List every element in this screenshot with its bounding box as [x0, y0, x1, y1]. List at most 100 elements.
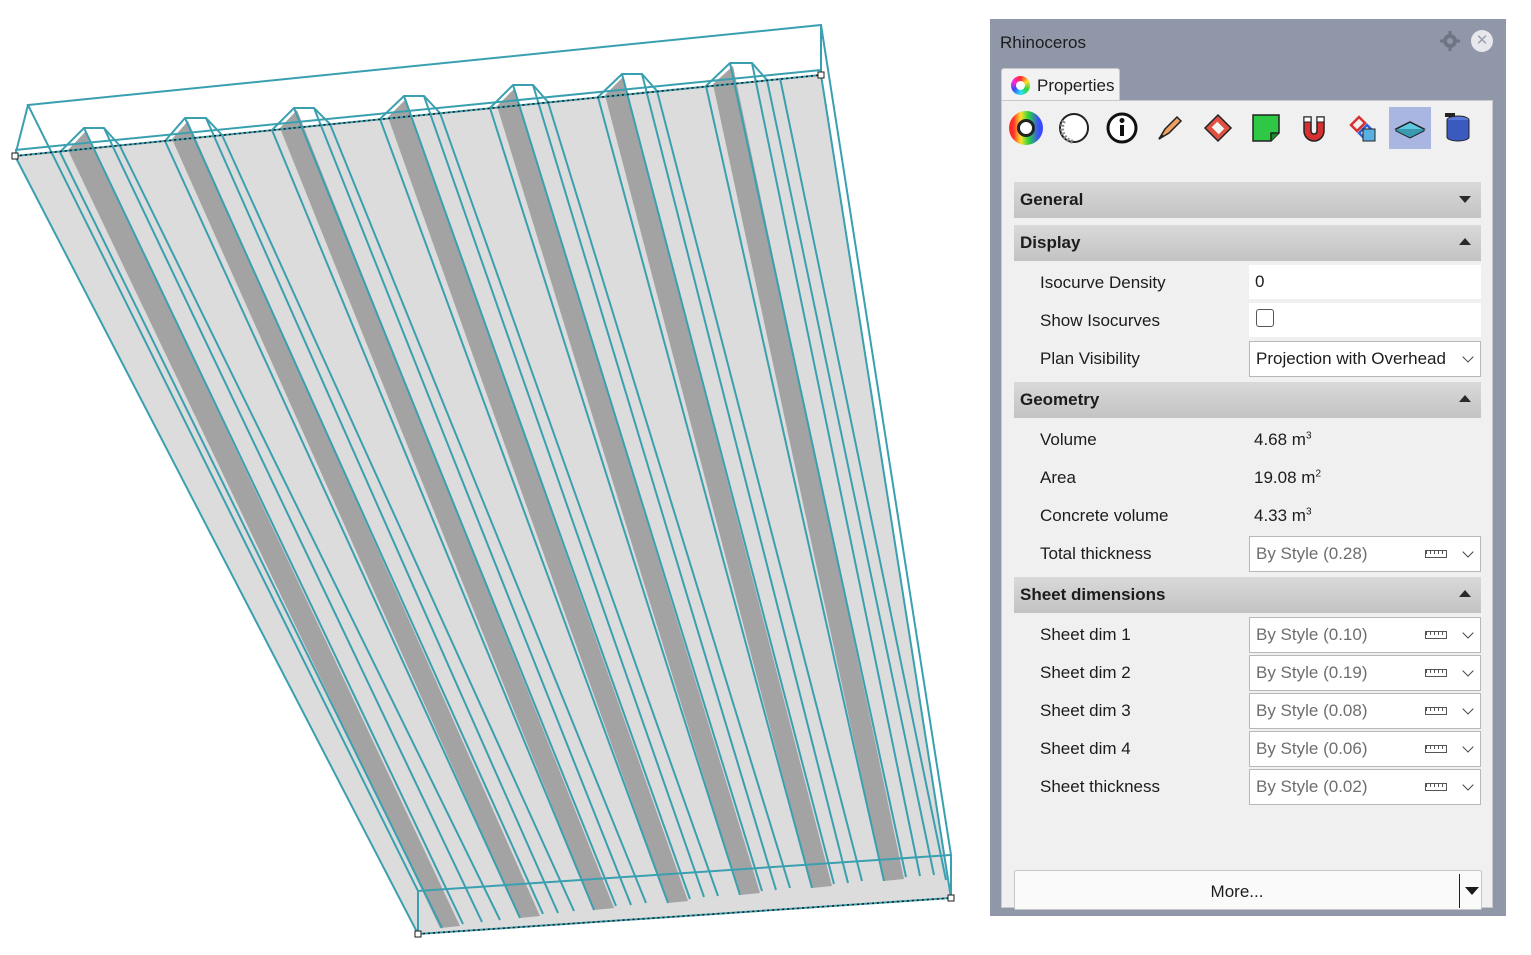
row-isocurve-density: Isocurve Density 0: [1014, 263, 1481, 301]
tab-label: Properties: [1037, 76, 1115, 95]
chevron-down-icon: [1462, 351, 1474, 363]
area-value: 19.08 m2: [1254, 468, 1321, 488]
chevron-up-icon: [1459, 590, 1471, 597]
row-total-thickness: Total thickness By Style (0.28): [1014, 534, 1481, 572]
row-area: Area 19.08 m2: [1014, 458, 1481, 496]
sheet-dim-4-label: Sheet dim 4: [1040, 739, 1131, 758]
composite-slab-model: [11, 23, 955, 938]
close-icon[interactable]: ✕: [1471, 30, 1493, 52]
plan-visibility-dropdown[interactable]: Projection with Overhead: [1249, 341, 1481, 377]
ruler-icon[interactable]: [1425, 783, 1447, 791]
panel-title: Rhinoceros: [1000, 33, 1086, 52]
magnet-icon[interactable]: [1293, 107, 1335, 149]
viewport-3d[interactable]: [0, 0, 980, 955]
gear-icon[interactable]: [1439, 30, 1461, 52]
sheet-dim-2-dropdown[interactable]: By Style (0.19): [1249, 655, 1481, 691]
section-sheet-label: Sheet dimensions: [1020, 585, 1166, 604]
sheet-dim-1-value: By Style (0.10): [1256, 625, 1368, 644]
plan-visibility-value: Projection with Overhead: [1256, 349, 1446, 368]
chevron-down-icon: [1462, 703, 1474, 715]
material-icon[interactable]: [1053, 107, 1095, 149]
isocurve-density-value: 0: [1255, 272, 1265, 291]
link-icon[interactable]: [1341, 107, 1383, 149]
chevron-down-icon: [1462, 627, 1474, 639]
concrete-volume-value: 4.33 m3: [1254, 506, 1312, 526]
section-geometry[interactable]: Geometry: [1014, 382, 1481, 418]
tab-properties[interactable]: Properties: [1001, 68, 1120, 102]
row-volume: Volume 4.68 m3: [1014, 420, 1481, 458]
sheet-dim-4-dropdown[interactable]: By Style (0.06): [1249, 731, 1481, 767]
texture-icon[interactable]: [1197, 107, 1239, 149]
concrete-volume-number: 4.33 m: [1254, 506, 1306, 525]
properties-toolbar: [1002, 101, 1492, 161]
row-sheet-dim-1: Sheet dim 1 By Style (0.10): [1014, 615, 1481, 653]
isocurve-density-field[interactable]: 0: [1249, 265, 1481, 299]
properties-content: General Display Isocurve Density 0 Show …: [1001, 100, 1493, 910]
volume-number: 4.68 m: [1254, 430, 1306, 449]
pen-icon[interactable]: [1149, 107, 1191, 149]
section-general[interactable]: General: [1014, 182, 1481, 218]
area-label: Area: [1040, 468, 1076, 487]
row-sheet-dim-3: Sheet dim 3 By Style (0.08): [1014, 691, 1481, 729]
sheet-dim-1-label: Sheet dim 1: [1040, 625, 1131, 644]
row-plan-visibility: Plan Visibility Projection with Overhead: [1014, 339, 1481, 377]
sheet-thickness-label: Sheet thickness: [1040, 777, 1161, 796]
volume-value: 4.68 m3: [1254, 430, 1312, 450]
row-concrete-volume: Concrete volume 4.33 m3: [1014, 496, 1481, 534]
chevron-down-icon: [1462, 779, 1474, 791]
chevron-up-icon: [1459, 238, 1471, 245]
more-button-divider: [1459, 874, 1460, 908]
chevron-down-icon[interactable]: [1465, 887, 1479, 895]
chevron-down-icon: [1462, 741, 1474, 753]
slab-icon[interactable]: [1389, 107, 1431, 149]
sheet-dim-1-dropdown[interactable]: By Style (0.10): [1249, 617, 1481, 653]
sheet-dim-3-value: By Style (0.08): [1256, 701, 1368, 720]
database-icon[interactable]: [1437, 107, 1479, 149]
chevron-up-icon: [1459, 395, 1471, 402]
volume-unit-exp: 3: [1305, 430, 1312, 442]
sheet-thickness-value: By Style (0.02): [1256, 777, 1368, 796]
row-show-isocurves: Show Isocurves: [1014, 301, 1481, 339]
concrete-volume-label: Concrete volume: [1040, 506, 1169, 525]
isocurve-density-label: Isocurve Density: [1040, 273, 1166, 292]
row-sheet-dim-4: Sheet dim 4 By Style (0.06): [1014, 729, 1481, 767]
ruler-icon[interactable]: [1425, 707, 1447, 715]
plan-visibility-label: Plan Visibility: [1040, 349, 1140, 368]
section-sheet-dimensions[interactable]: Sheet dimensions: [1014, 577, 1481, 613]
rhinoceros-panel: Rhinoceros ✕ Properties General Display …: [990, 19, 1506, 916]
info-icon[interactable]: [1101, 107, 1143, 149]
ruler-icon[interactable]: [1425, 550, 1447, 558]
show-isocurves-cell: [1249, 303, 1481, 337]
more-button[interactable]: More...: [1014, 870, 1482, 910]
ruler-icon[interactable]: [1425, 631, 1447, 639]
concrete-volume-unit-exp: 3: [1305, 506, 1312, 518]
sheet-dim-3-dropdown[interactable]: By Style (0.08): [1249, 693, 1481, 729]
total-thickness-label: Total thickness: [1040, 544, 1152, 563]
row-sheet-thickness: Sheet thickness By Style (0.02): [1014, 767, 1481, 805]
area-unit-exp: 2: [1315, 468, 1321, 480]
sheet-dim-2-label: Sheet dim 2: [1040, 663, 1131, 682]
sheet-thickness-dropdown[interactable]: By Style (0.02): [1249, 769, 1481, 805]
section-geometry-label: Geometry: [1020, 390, 1100, 409]
chevron-down-icon: [1462, 546, 1474, 558]
area-number: 19.08 m: [1254, 468, 1316, 487]
chevron-down-icon: [1462, 665, 1474, 677]
color-wheel-icon[interactable]: [1005, 107, 1047, 149]
show-isocurves-checkbox[interactable]: [1256, 309, 1274, 327]
sheet-dim-2-value: By Style (0.19): [1256, 663, 1368, 682]
volume-label: Volume: [1040, 430, 1097, 449]
section-general-label: General: [1020, 190, 1084, 209]
chevron-down-icon: [1459, 196, 1471, 203]
section-display-label: Display: [1020, 233, 1081, 252]
more-button-label: More...: [1210, 882, 1264, 901]
total-thickness-dropdown[interactable]: By Style (0.28): [1249, 536, 1481, 572]
ruler-icon[interactable]: [1425, 669, 1447, 677]
color-wheel-icon: [1011, 76, 1030, 95]
section-display[interactable]: Display: [1014, 225, 1481, 261]
row-sheet-dim-2: Sheet dim 2 By Style (0.19): [1014, 653, 1481, 691]
ruler-icon[interactable]: [1425, 745, 1447, 753]
show-isocurves-label: Show Isocurves: [1040, 311, 1160, 330]
sheet-dim-4-value: By Style (0.06): [1256, 739, 1368, 758]
total-thickness-value: By Style (0.28): [1256, 544, 1368, 563]
sticky-note-icon[interactable]: [1245, 107, 1287, 149]
